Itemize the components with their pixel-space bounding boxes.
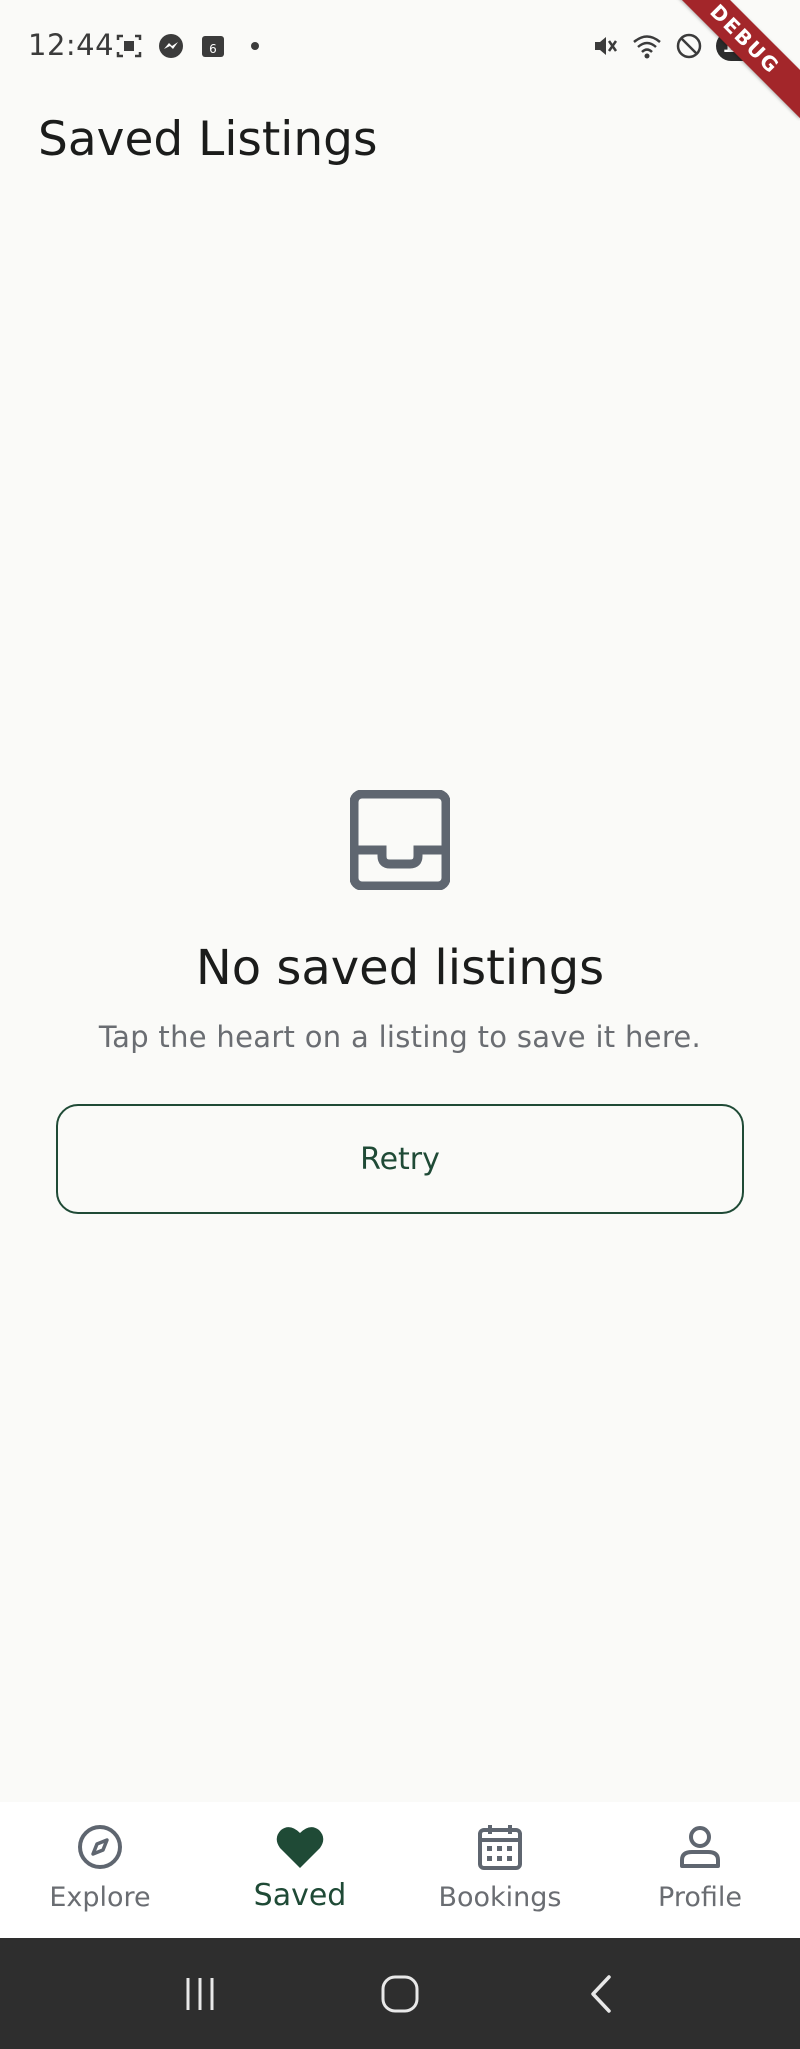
nav-item-profile[interactable]: Profile — [600, 1802, 800, 1938]
home-button[interactable] — [370, 1964, 430, 2024]
nav-item-saved[interactable]: Saved — [200, 1802, 400, 1938]
wifi-icon — [632, 31, 662, 61]
nav-label-bookings: Bookings — [438, 1882, 562, 1913]
person-icon — [675, 1822, 725, 1872]
back-button[interactable] — [570, 1964, 630, 2024]
nav-label-saved: Saved — [253, 1878, 347, 1913]
dot-icon — [240, 31, 270, 61]
empty-title: No saved listings — [195, 940, 605, 996]
compass-icon — [75, 1822, 125, 1872]
status-bar: 12:44 6 DEBUG — [0, 0, 800, 119]
svg-text:6: 6 — [209, 42, 217, 56]
nav-item-explore[interactable]: Explore — [0, 1802, 200, 1938]
retry-button[interactable]: Retry — [56, 1104, 744, 1214]
calendar-icon — [475, 1822, 525, 1872]
system-nav-bar — [0, 1938, 800, 2049]
screenshot-icon — [114, 31, 144, 61]
status-left-icons: 6 — [114, 31, 270, 61]
recent-apps-button[interactable] — [170, 1964, 230, 2024]
empty-state: No saved listings Tap the heart on a lis… — [0, 789, 800, 1214]
status-time: 12:44 — [28, 28, 115, 62]
bottom-nav: Explore Saved Bookings Profile — [0, 1802, 800, 1938]
messenger-icon — [156, 31, 186, 61]
saved-listings-screen: 12:44 6 DEBUG Saved Listings No saved li… — [0, 0, 800, 2049]
heart-icon — [275, 1822, 325, 1872]
nav-item-bookings[interactable]: Bookings — [400, 1802, 600, 1938]
inbox-icon — [349, 789, 451, 891]
calendar-icon: 6 — [198, 31, 228, 61]
mute-icon — [590, 31, 620, 61]
empty-subtitle: Tap the heart on a listing to save it he… — [98, 1020, 702, 1054]
page-title: Saved Listings — [38, 112, 378, 167]
nav-label-profile: Profile — [658, 1882, 742, 1913]
nav-label-explore: Explore — [49, 1882, 151, 1913]
dnd-icon — [674, 31, 704, 61]
